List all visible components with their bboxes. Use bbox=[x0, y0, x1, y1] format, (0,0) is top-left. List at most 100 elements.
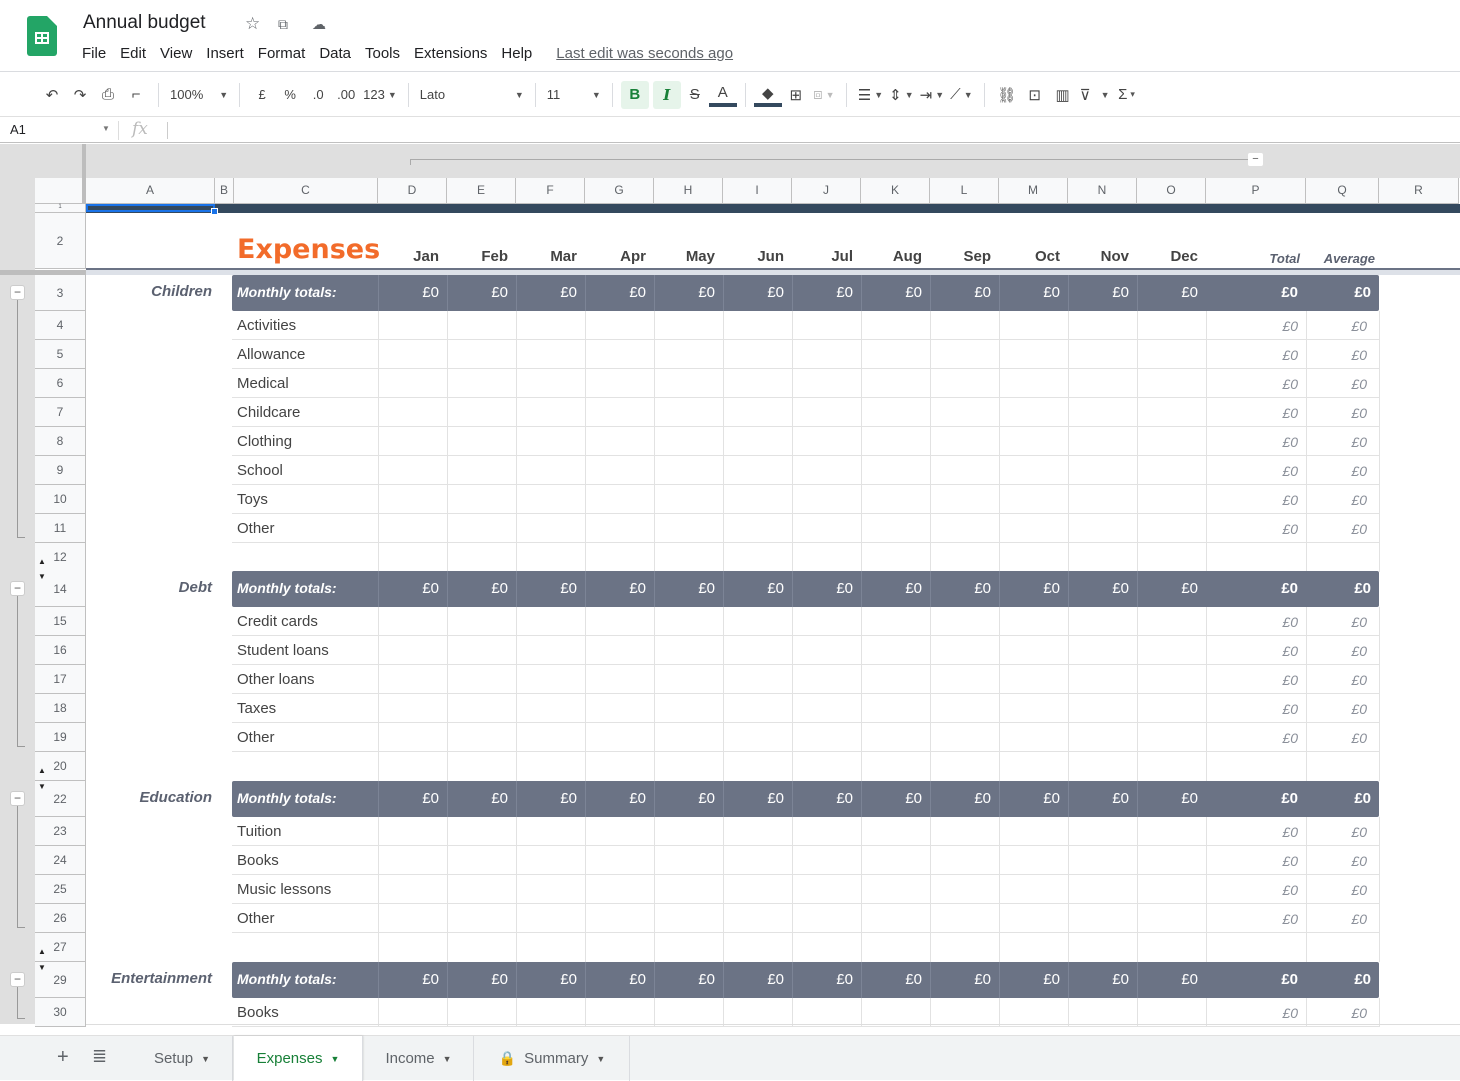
item-average-value[interactable]: £0 bbox=[1307, 405, 1367, 421]
average-total-value[interactable]: £0 bbox=[1319, 580, 1371, 597]
select-all-corner[interactable] bbox=[35, 178, 86, 204]
move-folder-icon[interactable]: ⧉ bbox=[278, 16, 288, 33]
item-total-value[interactable]: £0 bbox=[1238, 492, 1298, 508]
item-total-value[interactable]: £0 bbox=[1238, 376, 1298, 392]
zoom-select[interactable]: 100% ▼ bbox=[167, 81, 231, 109]
month-total-value[interactable]: £0 bbox=[594, 580, 646, 597]
sheets-logo-icon[interactable] bbox=[27, 16, 57, 56]
month-total-value[interactable]: £0 bbox=[456, 580, 508, 597]
item-total-value[interactable]: £0 bbox=[1238, 911, 1298, 927]
expense-item-label[interactable]: Childcare bbox=[237, 404, 300, 421]
column-header[interactable]: L bbox=[930, 178, 999, 203]
column-header[interactable]: G bbox=[585, 178, 654, 203]
month-total-value[interactable]: £0 bbox=[387, 580, 439, 597]
item-average-value[interactable]: £0 bbox=[1307, 521, 1367, 537]
insert-chart-icon[interactable]: ▥ bbox=[1049, 81, 1077, 109]
column-header[interactable]: P bbox=[1206, 178, 1306, 203]
expense-item-label[interactable]: Student loans bbox=[237, 642, 329, 659]
month-total-value[interactable]: £0 bbox=[1077, 284, 1129, 301]
vertical-align-icon[interactable]: ⇕ ▼ bbox=[886, 81, 917, 109]
month-total-value[interactable]: £0 bbox=[525, 284, 577, 301]
month-total-value[interactable]: £0 bbox=[1077, 790, 1129, 807]
expand-group-up-icon[interactable]: ▲ bbox=[38, 766, 46, 775]
month-total-value[interactable]: £0 bbox=[801, 971, 853, 988]
item-total-value[interactable]: £0 bbox=[1238, 853, 1298, 869]
month-total-value[interactable]: £0 bbox=[801, 790, 853, 807]
collapse-group-button[interactable]: − bbox=[1248, 153, 1263, 166]
expense-item-label[interactable]: Activities bbox=[237, 317, 296, 334]
column-header[interactable]: H bbox=[654, 178, 723, 203]
item-total-value[interactable]: £0 bbox=[1238, 405, 1298, 421]
expense-item-label[interactable]: Other bbox=[237, 910, 275, 927]
decrease-decimal-button[interactable]: .0 bbox=[304, 81, 332, 109]
month-total-value[interactable]: £0 bbox=[1146, 580, 1198, 597]
grand-total-value[interactable]: £0 bbox=[1246, 790, 1298, 807]
functions-icon[interactable]: Σ ▾ bbox=[1113, 81, 1141, 109]
expense-item-label[interactable]: Other loans bbox=[237, 671, 315, 688]
row-header[interactable]: 1 bbox=[35, 204, 86, 213]
column-header[interactable]: M bbox=[999, 178, 1068, 203]
month-total-value[interactable]: £0 bbox=[732, 580, 784, 597]
month-total-value[interactable]: £0 bbox=[801, 284, 853, 301]
month-total-value[interactable]: £0 bbox=[870, 284, 922, 301]
expense-item-label[interactable]: Taxes bbox=[237, 700, 276, 717]
menu-help[interactable]: Help bbox=[501, 45, 532, 62]
column-header[interactable]: A bbox=[86, 178, 215, 203]
menu-tools[interactable]: Tools bbox=[365, 45, 400, 62]
column-header[interactable]: I bbox=[723, 178, 792, 203]
expense-item-label[interactable]: Clothing bbox=[237, 433, 292, 450]
expand-group-down-icon[interactable]: ▼ bbox=[38, 782, 46, 791]
average-total-value[interactable]: £0 bbox=[1319, 790, 1371, 807]
row-header[interactable]: 15 bbox=[35, 607, 86, 636]
month-total-value[interactable]: £0 bbox=[1008, 790, 1060, 807]
expense-item-label[interactable]: Music lessons bbox=[237, 881, 331, 898]
month-total-value[interactable]: £0 bbox=[1146, 971, 1198, 988]
text-wrapping-icon[interactable]: ⇥ ▼ bbox=[917, 81, 948, 109]
merge-cells-icon[interactable]: ⧈ ▼ bbox=[810, 81, 838, 109]
month-total-value[interactable]: £0 bbox=[801, 580, 853, 597]
borders-icon[interactable]: ⊞ bbox=[782, 81, 810, 109]
column-header[interactable]: D bbox=[378, 178, 447, 203]
formula-input[interactable] bbox=[167, 122, 168, 139]
row-header[interactable]: 5 bbox=[35, 340, 86, 369]
row-header[interactable]: 4 bbox=[35, 311, 86, 340]
item-average-value[interactable]: £0 bbox=[1307, 672, 1367, 688]
month-total-value[interactable]: £0 bbox=[939, 790, 991, 807]
print-icon[interactable]: ⎙ bbox=[94, 81, 122, 109]
month-total-value[interactable]: £0 bbox=[732, 971, 784, 988]
month-total-value[interactable]: £0 bbox=[939, 284, 991, 301]
row-header[interactable]: 25 bbox=[35, 875, 86, 904]
fill-handle[interactable] bbox=[211, 208, 218, 215]
menu-file[interactable]: File bbox=[82, 45, 106, 62]
collapse-row-group-button[interactable]: − bbox=[10, 972, 25, 987]
month-total-value[interactable]: £0 bbox=[732, 790, 784, 807]
item-average-value[interactable]: £0 bbox=[1307, 1005, 1367, 1021]
row-header[interactable]: 24 bbox=[35, 846, 86, 875]
expense-item-label[interactable]: School bbox=[237, 462, 283, 479]
month-total-value[interactable]: £0 bbox=[387, 284, 439, 301]
average-total-value[interactable]: £0 bbox=[1319, 284, 1371, 301]
month-total-value[interactable]: £0 bbox=[525, 580, 577, 597]
item-total-value[interactable]: £0 bbox=[1238, 824, 1298, 840]
star-icon[interactable]: ☆ bbox=[245, 14, 260, 34]
expense-item-label[interactable]: Medical bbox=[237, 375, 289, 392]
expense-item-label[interactable]: Tuition bbox=[237, 823, 281, 840]
month-total-value[interactable]: £0 bbox=[525, 790, 577, 807]
all-sheets-icon[interactable]: ≣ bbox=[92, 1046, 107, 1067]
row-header[interactable]: 7 bbox=[35, 398, 86, 427]
percent-format-button[interactable]: % bbox=[276, 81, 304, 109]
document-title[interactable]: Annual budget bbox=[83, 12, 206, 34]
item-total-value[interactable]: £0 bbox=[1238, 643, 1298, 659]
column-header[interactable]: N bbox=[1068, 178, 1137, 203]
month-total-value[interactable]: £0 bbox=[456, 284, 508, 301]
month-total-value[interactable]: £0 bbox=[870, 580, 922, 597]
item-total-value[interactable]: £0 bbox=[1238, 1005, 1298, 1021]
grand-total-value[interactable]: £0 bbox=[1246, 971, 1298, 988]
item-total-value[interactable]: £0 bbox=[1238, 614, 1298, 630]
item-average-value[interactable]: £0 bbox=[1307, 730, 1367, 746]
row-header[interactable]: 26 bbox=[35, 904, 86, 933]
row-header[interactable]: 11 bbox=[35, 514, 86, 543]
month-total-value[interactable]: £0 bbox=[663, 790, 715, 807]
name-box[interactable]: A1 bbox=[10, 122, 26, 137]
expense-item-label[interactable]: Books bbox=[237, 852, 279, 869]
